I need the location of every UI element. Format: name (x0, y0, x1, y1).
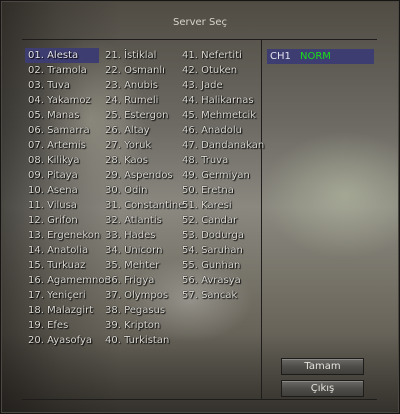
server-item[interactable]: 24. Rumeli (105, 93, 184, 108)
server-item[interactable]: 23. Anubis (105, 78, 184, 93)
server-item[interactable]: 37. Olympos (105, 288, 184, 303)
server-item[interactable]: 13. Ergenekon (28, 228, 111, 243)
server-item[interactable]: 54. Saruhan (182, 243, 264, 258)
server-item[interactable]: 36. Frigya (105, 273, 184, 288)
server-item[interactable]: 52. Candar (182, 213, 264, 228)
server-item[interactable]: 42. Otuken (182, 63, 264, 78)
channel-item-ch1[interactable]: CH1 NORM (267, 49, 374, 64)
server-item[interactable]: 45. Mehmetcik (182, 108, 264, 123)
server-item[interactable]: 25. Estergon (105, 108, 184, 123)
exit-button[interactable]: Çıkış (281, 380, 364, 397)
server-item[interactable]: 55. Gunhan (182, 258, 264, 273)
window-title: Server Seç (173, 17, 227, 28)
server-item[interactable]: 46. Anadolu (182, 123, 264, 138)
server-item[interactable]: 17. Yeniçeri (28, 288, 111, 303)
server-item[interactable]: 02. Tramola (28, 63, 111, 78)
server-item[interactable]: 39. Kripton (105, 318, 184, 333)
server-item[interactable]: 34. Unicorn (105, 243, 184, 258)
server-item[interactable]: 30. Odin (105, 183, 184, 198)
server-item[interactable]: 18. Malazgirt (28, 303, 111, 318)
server-item[interactable]: 07. Artemis (28, 138, 111, 153)
server-item[interactable]: 10. Asena (28, 183, 111, 198)
server-item[interactable]: 04. Yakamoz (28, 93, 111, 108)
server-item[interactable]: 05. Manas (28, 108, 111, 123)
server-item[interactable]: 16. Agamemnon (28, 273, 111, 288)
server-item[interactable]: 38. Pegasus (105, 303, 184, 318)
server-item[interactable]: 49. Germiyan (182, 168, 264, 183)
server-item[interactable]: 35. Mehter (105, 258, 184, 273)
server-column-3: 41. Nefertiti 42. Otuken 43. Jade 44. Halik… (182, 48, 264, 303)
server-item[interactable]: 53. Dodurga (182, 228, 264, 243)
server-item[interactable]: 48. Truva (182, 153, 264, 168)
server-item[interactable]: 14. Anatolia (28, 243, 111, 258)
server-column-2: 21. İstiklal 22. Osmanlı 23. Anubis 24. Rum… (105, 48, 184, 348)
server-item[interactable]: 21. İstiklal (105, 48, 184, 63)
server-item[interactable]: 27. Yoruk (105, 138, 184, 153)
channel-name: CH1 (270, 51, 291, 62)
server-item[interactable]: 51. Karesi (182, 198, 264, 213)
server-item[interactable]: 32. Atlantis (105, 213, 184, 228)
server-column-1: 01. Alesta 02. Tramola 03. Tuva 04. Yakamoz… (25, 48, 111, 348)
server-item[interactable]: 19. Efes (28, 318, 111, 333)
server-item[interactable]: 44. Halikarnas (182, 93, 264, 108)
server-item[interactable]: 06. Samarra (28, 123, 111, 138)
server-item[interactable]: 31. Constantine (105, 198, 184, 213)
server-item[interactable]: 03. Tuva (28, 78, 111, 93)
server-item[interactable]: 22. Osmanlı (105, 63, 184, 78)
server-item[interactable]: 47. Dandanakan (182, 138, 264, 153)
server-item[interactable]: 08. Kilikya (28, 153, 111, 168)
server-item[interactable]: 12. Grifon (28, 213, 111, 228)
server-item[interactable]: 40. Turkistan (105, 333, 184, 348)
channel-status: NORM (300, 51, 331, 62)
ok-button[interactable]: Tamam (281, 358, 364, 375)
server-item[interactable]: 56. Avrasya (182, 273, 264, 288)
footer-divider (22, 399, 377, 400)
server-item[interactable]: 09. Pitaya (28, 168, 111, 183)
server-item[interactable]: 01. Alesta (25, 48, 99, 63)
server-item[interactable]: 50. Eretna (182, 183, 264, 198)
header-divider (22, 39, 377, 40)
server-item[interactable]: 57. Sancak (182, 288, 264, 303)
server-item[interactable]: 43. Jade (182, 78, 264, 93)
server-item[interactable]: 20. Ayasofya (28, 333, 111, 348)
server-item[interactable]: 33. Hades (105, 228, 184, 243)
server-item[interactable]: 28. Kaos (105, 153, 184, 168)
server-item[interactable]: 11. Vilusa (28, 198, 111, 213)
server-item[interactable]: 29. Aspendos (105, 168, 184, 183)
server-item[interactable]: 15. Turkuaz (28, 258, 111, 273)
server-item[interactable]: 41. Nefertiti (182, 48, 264, 63)
server-item[interactable]: 26. Altay (105, 123, 184, 138)
